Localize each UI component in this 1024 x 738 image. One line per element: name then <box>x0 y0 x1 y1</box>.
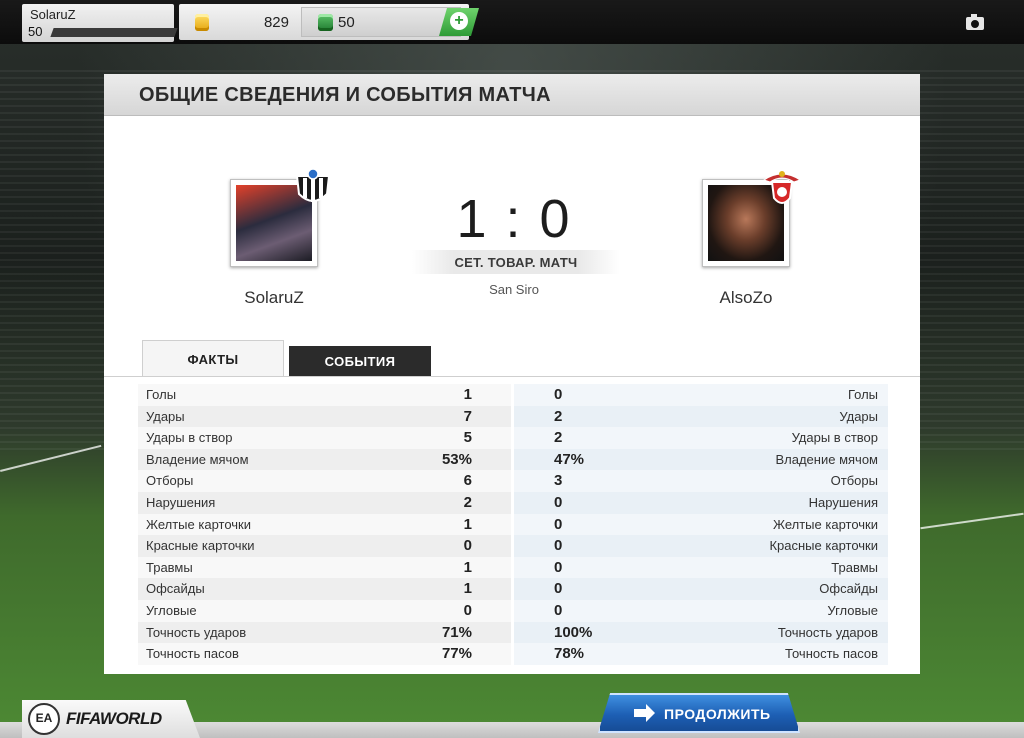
stat-label-away: Удары <box>839 408 878 424</box>
stat-value-home: 2 <box>463 493 472 511</box>
level-progress-bar <box>50 28 178 37</box>
stat-row: Удары в створ 5 2 Удары в створ <box>138 427 888 449</box>
stat-label-away: Офсайды <box>819 581 878 597</box>
stat-row: Офсайды 1 0 Офсайды <box>138 578 888 600</box>
stat-value-away: 47% <box>554 450 585 468</box>
stat-label-away: Отборы <box>830 473 878 489</box>
stat-value-away: 0 <box>554 580 563 598</box>
stat-row: Травмы 1 0 Травмы <box>138 556 888 579</box>
stat-value-home: 0 <box>463 601 472 619</box>
match-type: СЕТ. ТОВАР. МАТЧ <box>454 255 578 270</box>
stat-row: Нарушения 2 0 Нарушения <box>138 491 888 514</box>
home-club-badge-icon <box>295 168 331 202</box>
stat-value-away: 2 <box>554 407 563 425</box>
stat-value-away: 0 <box>554 515 563 533</box>
stat-label-away: Точность ударов <box>777 624 878 640</box>
fifa-points-icon <box>318 14 333 31</box>
stat-value-home: 77% <box>441 645 472 663</box>
stat-value-home: 5 <box>463 429 472 447</box>
stat-value-away: 100% <box>554 623 593 641</box>
camera-icon[interactable] <box>966 14 984 30</box>
match-score: 1 : 0 <box>456 189 572 249</box>
stat-value-home: 1 <box>463 558 472 576</box>
stat-row: Желтые карточки 1 0 Желтые карточки <box>138 513 888 536</box>
coin-icon <box>195 14 209 31</box>
stat-value-home: 1 <box>463 580 472 598</box>
stat-value-away: 3 <box>554 472 563 490</box>
stat-label-home: Удары в створ <box>146 430 233 446</box>
currency-box: 829 50 <box>179 4 469 40</box>
stat-value-away: 0 <box>554 601 563 619</box>
stat-label-home: Точность ударов <box>146 624 247 640</box>
stat-row: Владение мячом 53% 47% Владение мячом <box>138 448 888 471</box>
stat-label-away: Точность пасов <box>785 646 878 662</box>
stat-value-away: 0 <box>554 537 563 555</box>
away-player-name: AlsoZo <box>719 288 773 307</box>
stat-label-home: Желтые карточки <box>146 516 251 532</box>
stat-label-home: Нарушения <box>146 494 216 510</box>
stat-label-away: Голы <box>847 387 878 402</box>
top-bar: SolaruZ 50 829 50 + <box>0 0 1024 44</box>
stat-row: Точность пасов 77% 78% Точность пасов <box>138 643 888 665</box>
stat-label-home: Красные карточки <box>146 538 255 554</box>
stat-value-away: 0 <box>554 558 563 576</box>
match-stats-table: Голы 1 0 Голы Удары 7 2 Удары Удары в створ 5 2 Уда… <box>138 384 888 665</box>
stat-value-home: 0 <box>463 537 472 555</box>
ea-sports-logo: EA <box>28 703 60 735</box>
stat-row: Угловые 0 0 Угловые <box>138 599 888 622</box>
match-summary-panel: SolaruZ 1 : 0 СЕТ. ТОВАР. МАТЧ San Siro … <box>104 116 920 674</box>
stat-label-home: Угловые <box>146 602 197 618</box>
user-name: SolaruZ <box>30 7 76 22</box>
stat-row: Голы 1 0 Голы <box>138 384 888 406</box>
stat-label-away: Удары в створ <box>791 430 878 446</box>
stat-value-away: 0 <box>554 493 563 511</box>
home-player-name: SolaruZ <box>244 288 304 307</box>
stat-label-away: Нарушения <box>808 494 878 510</box>
stat-label-home: Отборы <box>146 473 194 489</box>
arrow-right-icon <box>634 704 655 722</box>
plus-icon: + <box>450 12 468 30</box>
stat-label-away: Угловые <box>827 602 878 618</box>
match-type-strip: СЕТ. ТОВАР. МАТЧ <box>412 250 620 274</box>
stat-value-home: 1 <box>463 515 472 533</box>
continue-button-label: ПРОДОЛЖИТЬ <box>664 706 771 722</box>
stat-value-away: 0 <box>554 386 563 403</box>
tab-facts[interactable]: ФАКТЫ <box>142 340 284 377</box>
stat-label-home: Удары <box>146 408 185 424</box>
stat-label-home: Травмы <box>146 559 193 575</box>
stat-label-home: Точность пасов <box>146 646 239 662</box>
stat-row: Красные карточки 0 0 Красные карточки <box>138 535 888 557</box>
stat-row: Точность ударов 71% 100% Точность ударов <box>138 621 888 644</box>
stat-label-away: Владение мячом <box>775 451 878 467</box>
tabs-divider <box>104 376 920 377</box>
stat-label-home: Офсайды <box>146 581 205 597</box>
stat-value-home: 7 <box>463 407 472 425</box>
stat-value-home: 1 <box>463 386 472 403</box>
fifa-world-logo: FIFAWORLD <box>66 709 162 728</box>
stat-label-away: Желтые карточки <box>773 516 878 532</box>
game-logo-box: EA FIFAWORLD <box>22 700 200 738</box>
coins-balance: 829 <box>263 14 289 31</box>
stat-value-away: 2 <box>554 429 563 447</box>
points-box: 50 <box>301 7 461 37</box>
stat-label-away: Травмы <box>831 559 878 575</box>
stat-value-away: 78% <box>554 645 585 663</box>
user-level: 50 <box>28 24 43 39</box>
away-club-badge-icon <box>762 171 802 204</box>
panel-header: ОБЩИЕ СВЕДЕНИЯ И СОБЫТИЯ МАТЧА <box>104 74 920 116</box>
stat-row: Удары 7 2 Удары <box>138 405 888 428</box>
match-venue: San Siro <box>489 282 539 297</box>
stat-value-home: 53% <box>441 450 472 468</box>
stat-row: Отборы 6 3 Отборы <box>138 470 888 492</box>
stat-value-home: 71% <box>441 623 472 641</box>
stat-value-home: 6 <box>463 472 472 490</box>
tab-events[interactable]: СОБЫТИЯ <box>289 346 431 377</box>
user-profile-box[interactable]: SolaruZ 50 <box>22 4 178 42</box>
stat-label-home: Владение мячом <box>146 451 249 467</box>
continue-button[interactable]: ПРОДОЛЖИТЬ <box>598 693 800 733</box>
points-balance: 50 <box>338 14 355 31</box>
stat-label-away: Красные карточки <box>769 538 878 554</box>
stat-label-home: Голы <box>146 387 177 402</box>
page-title: ОБЩИЕ СВЕДЕНИЯ И СОБЫТИЯ МАТЧА <box>139 84 551 106</box>
